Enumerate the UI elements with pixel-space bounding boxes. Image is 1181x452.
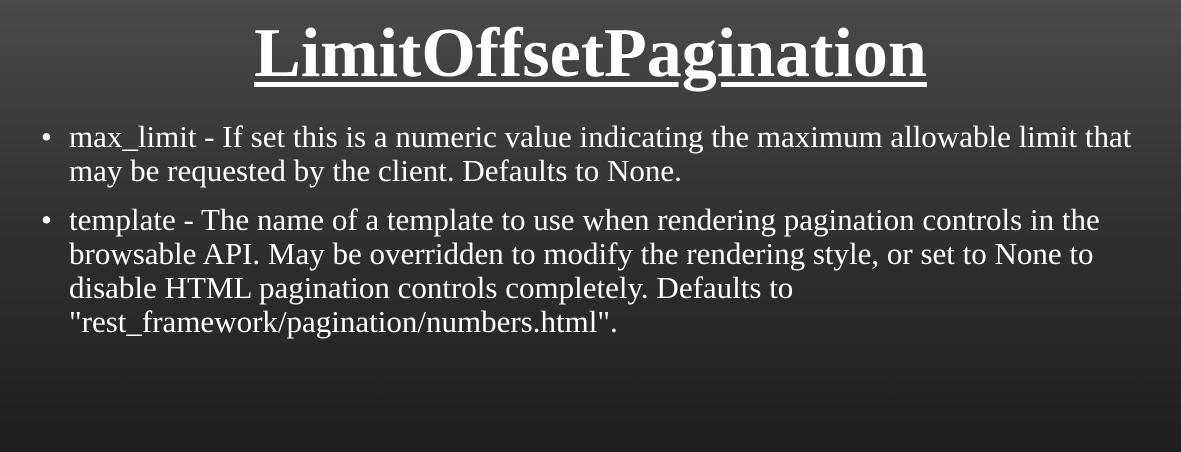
bullet-marker: • — [41, 119, 52, 154]
bullet-list: • max_limit - If set this is a numeric v… — [0, 120, 1181, 354]
slide-title: LimitOffsetPagination — [254, 15, 927, 92]
presentation-slide: LimitOffsetPagination • max_limit - If s… — [0, 0, 1181, 452]
bullet-item-template: • template - The name of a template to u… — [0, 203, 1181, 339]
bullet-marker: • — [41, 202, 52, 237]
bullet-text: template - The name of a template to use… — [69, 202, 1100, 339]
bullet-item-max-limit: • max_limit - If set this is a numeric v… — [0, 120, 1181, 188]
bullet-text: max_limit - If set this is a numeric val… — [69, 119, 1132, 188]
